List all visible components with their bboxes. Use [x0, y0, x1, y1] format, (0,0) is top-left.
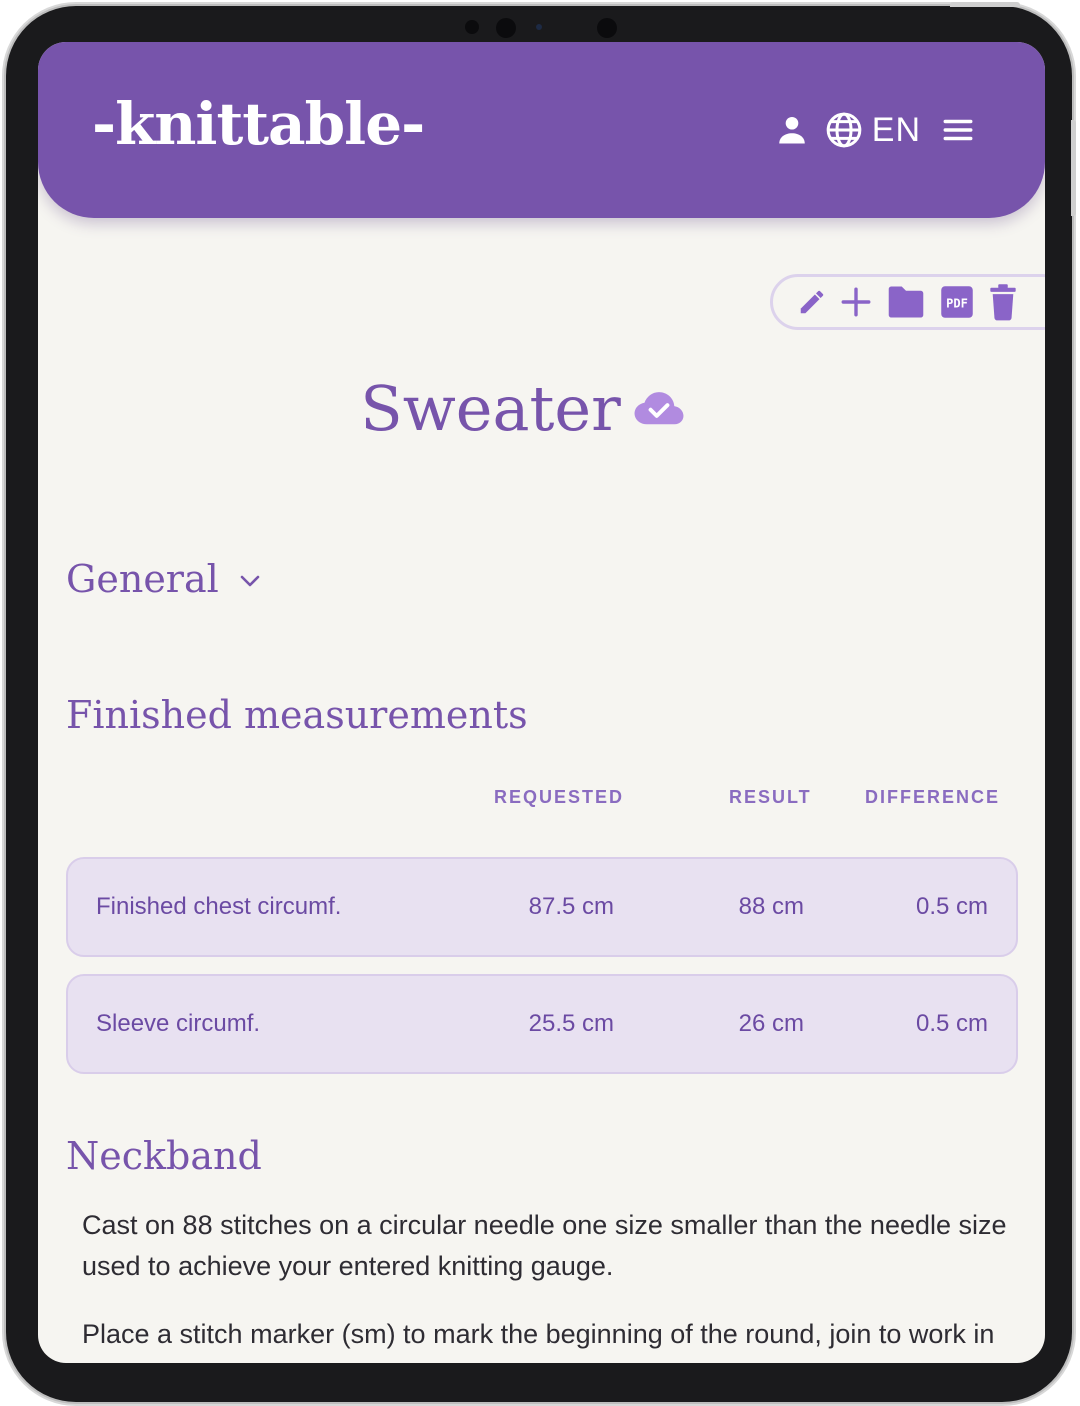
plus-icon[interactable]: [839, 285, 873, 319]
result-value: 26 cm: [738, 1010, 804, 1037]
pencil-icon[interactable]: [797, 287, 827, 317]
pdf-icon-label: PDF: [946, 296, 968, 310]
header-actions: EN: [774, 108, 975, 152]
page-title: Sweater: [360, 372, 621, 445]
camera-lens: [496, 18, 516, 38]
menu-icon[interactable]: [941, 113, 975, 147]
difference-value: 0.5 cm: [915, 1010, 988, 1037]
camera-sensor-2: [597, 18, 617, 38]
measurement-name: Finished chest circumf.: [96, 893, 342, 920]
title-row: Sweater: [38, 372, 1045, 445]
user-icon[interactable]: [774, 112, 810, 148]
finished-measurements-title: Finished measurements: [66, 693, 528, 737]
requested-value: 87.5 cm: [528, 893, 614, 920]
app-screen: -knittable- EN PDF Sweater General Finis…: [38, 42, 1045, 1363]
general-section-toggle[interactable]: General: [66, 557, 261, 601]
pattern-toolbar: PDF: [770, 274, 1045, 330]
language-selector[interactable]: EN: [872, 111, 921, 150]
result-value: 88 cm: [738, 893, 804, 920]
folder-icon[interactable]: [885, 283, 927, 321]
column-header-result: RESULT: [729, 787, 812, 807]
camera-sensor: [465, 20, 479, 34]
difference-value: 0.5 cm: [915, 893, 988, 920]
measurement-name: Sleeve circumf.: [96, 1010, 261, 1037]
chevron-down-icon: [239, 574, 261, 593]
general-section-title: General: [66, 557, 219, 601]
table-row: Finished chest circumf. 87.5 cm 88 cm 0.…: [66, 857, 1018, 957]
device-side-button: [1071, 120, 1076, 216]
pdf-icon[interactable]: PDF: [939, 284, 975, 320]
column-header-requested: REQUESTED: [494, 787, 625, 807]
neckband-paragraph: Place a stitch marker (sm) to mark the b…: [82, 1319, 995, 1349]
camera-indicator: [536, 24, 542, 30]
globe-icon[interactable]: [824, 110, 864, 150]
cloud-check-icon: [633, 390, 685, 433]
neckband-title: Neckband: [66, 1134, 262, 1178]
table-row: Sleeve circumf. 25.5 cm 26 cm 0.5 cm: [66, 974, 1018, 1074]
requested-value: 25.5 cm: [528, 1010, 614, 1037]
trash-icon[interactable]: [987, 283, 1019, 321]
column-header-difference: DIFFERENCE: [865, 787, 1001, 807]
knittable-logo[interactable]: -knittable-: [92, 90, 425, 158]
neckband-paragraph: Cast on 88 stitches on a circular needle…: [82, 1210, 1007, 1281]
device-top-button: [950, 2, 1020, 7]
app-header: -knittable- EN: [38, 42, 1045, 218]
